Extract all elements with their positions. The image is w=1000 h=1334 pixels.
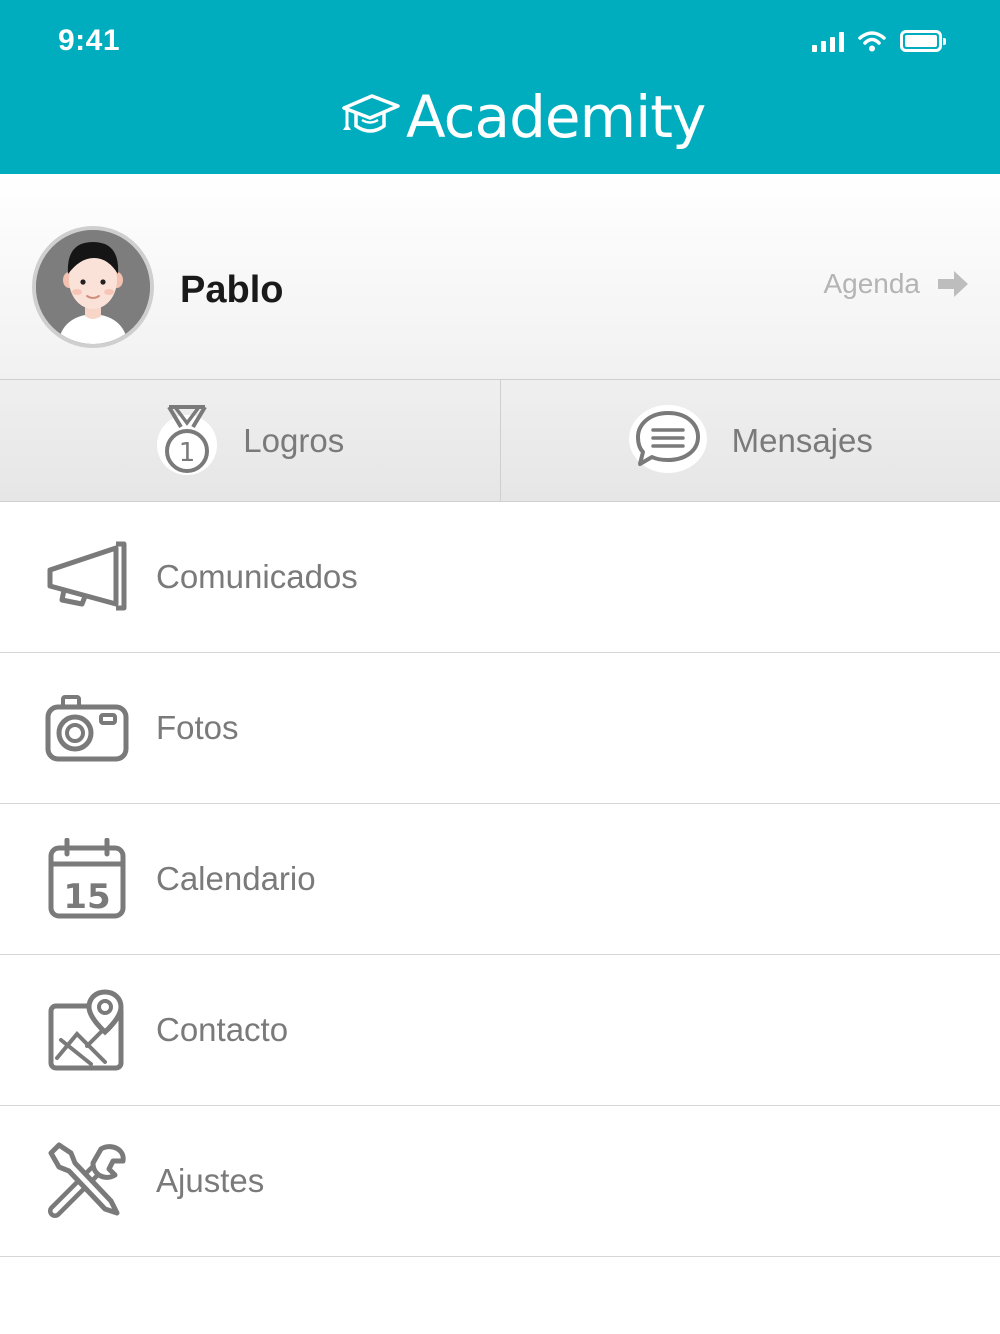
medal-icon: 1: [157, 404, 218, 475]
app-header: 9:41 Academity: [0, 0, 1000, 174]
avatar[interactable]: [32, 226, 154, 348]
camera-icon: [42, 683, 132, 773]
app-logo: Academity: [340, 82, 706, 152]
menu-label-contacto: Contacto: [156, 1011, 289, 1048]
menu-item-comunicados[interactable]: Comunicados: [0, 502, 1000, 653]
calendar-icon: 15: [42, 834, 132, 924]
menu-label-ajustes: Ajustes: [156, 1162, 265, 1199]
menu-item-calendario[interactable]: 15 Calendario: [0, 804, 1000, 955]
quick-tabs: 1 Logros Mensajes: [0, 380, 1000, 502]
agenda-label: Agenda: [823, 268, 920, 299]
tab-mensajes-label: Mensajes: [731, 421, 873, 459]
profile-name: Pablo: [180, 269, 284, 311]
cellular-signal-icon: [812, 30, 844, 52]
arrow-right-icon: [938, 271, 968, 297]
tab-mensajes[interactable]: Mensajes: [499, 380, 1000, 501]
menu-label-comunicados: Comunicados: [156, 558, 358, 595]
menu-item-ajustes[interactable]: Ajustes: [0, 1106, 1000, 1257]
status-icons: [812, 28, 946, 54]
map-pin-icon: [42, 985, 132, 1075]
agenda-link[interactable]: Agenda: [823, 268, 970, 300]
menu-item-fotos[interactable]: Fotos: [0, 653, 1000, 804]
user-avatar-icon: [36, 230, 150, 344]
svg-text:1: 1: [179, 438, 196, 468]
graduation-cap-icon: [342, 94, 400, 133]
chat-bubble-icon: [628, 404, 707, 473]
app-title: Academity: [406, 83, 706, 151]
menu-label-calendario: Calendario: [156, 860, 316, 897]
tab-logros-label: Logros: [243, 421, 345, 459]
menu-item-contacto[interactable]: Contacto: [0, 955, 1000, 1106]
status-time: 9:41: [58, 24, 121, 57]
megaphone-icon: [42, 532, 132, 622]
menu-label-fotos: Fotos: [156, 709, 239, 746]
battery-icon: [900, 30, 946, 52]
main-menu: Comunicados Fotos 15 Calendario Contacto…: [0, 502, 1000, 1257]
svg-text:15: 15: [63, 877, 110, 917]
wifi-icon: [858, 31, 886, 52]
tab-logros[interactable]: 1 Logros: [0, 380, 500, 501]
tools-icon: [42, 1136, 132, 1226]
profile-header: Pablo Agenda: [0, 174, 1000, 380]
